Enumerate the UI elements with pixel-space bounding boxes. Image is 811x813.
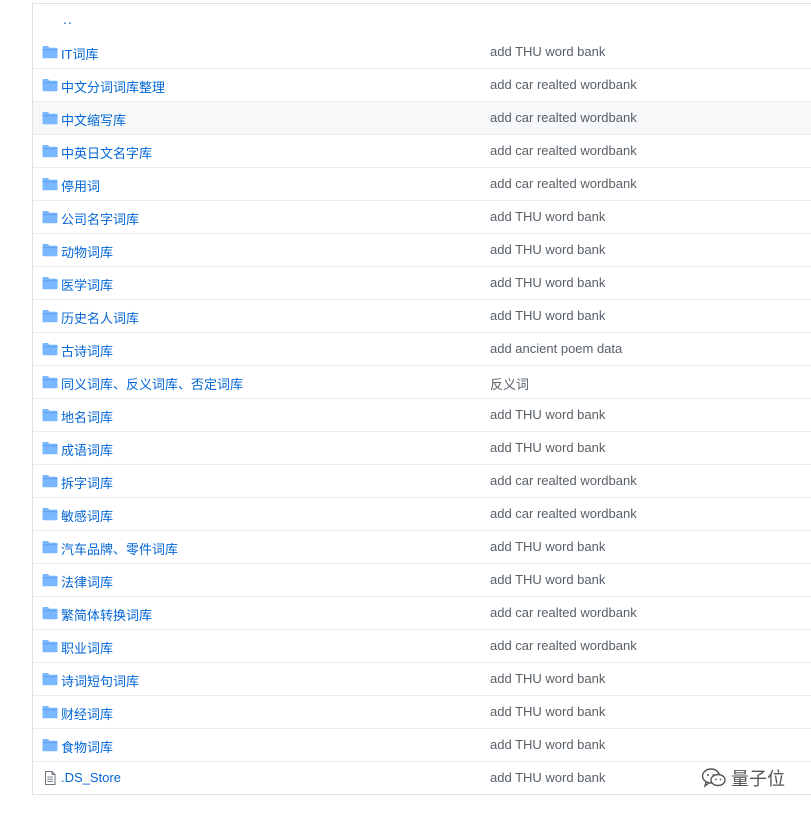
commit-message-link[interactable]: add car realted wordbank xyxy=(490,605,637,620)
folder-icon xyxy=(42,705,58,719)
folder-icon xyxy=(42,111,58,125)
folder-icon xyxy=(42,573,58,587)
folder-name-link[interactable]: 历史名人词库 xyxy=(61,308,139,327)
parent-directory-row[interactable]: .. xyxy=(33,4,811,36)
commit-message-link[interactable]: add THU word bank xyxy=(490,242,605,257)
folder-row[interactable]: 食物词库 add THU word bank xyxy=(33,728,811,761)
folder-row[interactable]: 中文分词词库整理 add car realted wordbank xyxy=(33,68,811,101)
folder-icon xyxy=(42,276,58,290)
file-row[interactable]: .DS_Store add THU word bank xyxy=(33,761,811,794)
folder-name-link[interactable]: 繁简体转换词库 xyxy=(61,605,152,624)
commit-message-link[interactable]: add car realted wordbank xyxy=(490,506,637,521)
commit-message-link[interactable]: add THU word bank xyxy=(490,440,605,455)
folder-name-link[interactable]: 职业词库 xyxy=(61,638,113,657)
commit-message-link[interactable]: add ancient poem data xyxy=(490,341,622,356)
folder-icon xyxy=(42,474,58,488)
folder-name-link[interactable]: 成语词库 xyxy=(61,440,113,459)
folder-row[interactable]: IT词库 add THU word bank xyxy=(33,36,811,68)
commit-message-link[interactable]: add THU word bank xyxy=(490,44,605,59)
folder-icon xyxy=(42,738,58,752)
folder-row[interactable]: 古诗词库 add ancient poem data xyxy=(33,332,811,365)
watermark: 量子位 xyxy=(701,765,785,791)
folder-row[interactable]: 地名词库 add THU word bank xyxy=(33,398,811,431)
folder-name-link[interactable]: 公司名字词库 xyxy=(61,209,139,228)
commit-message-link[interactable]: add THU word bank xyxy=(490,308,605,323)
folder-row[interactable]: 繁简体转换词库 add car realted wordbank xyxy=(33,596,811,629)
commit-message-link[interactable]: add car realted wordbank xyxy=(490,110,637,125)
commit-message-link[interactable]: add THU word bank xyxy=(490,275,605,290)
folder-name-link[interactable]: IT词库 xyxy=(61,44,99,63)
folder-icon xyxy=(42,309,58,323)
folder-name-link[interactable]: 古诗词库 xyxy=(61,341,113,360)
commit-message-link[interactable]: add car realted wordbank xyxy=(490,143,637,158)
folder-row[interactable]: 同义词库、反义词库、否定词库 反义词 xyxy=(33,365,811,398)
folder-name-link[interactable]: 敏感词库 xyxy=(61,506,113,525)
commit-message-link[interactable]: add THU word bank xyxy=(490,671,605,686)
folder-name-link[interactable]: 地名词库 xyxy=(61,407,113,426)
folder-row[interactable]: 医学词库 add THU word bank xyxy=(33,266,811,299)
folder-row[interactable]: 汽车品牌、零件词库 add THU word bank xyxy=(33,530,811,563)
folder-name-link[interactable]: 法律词库 xyxy=(61,572,113,591)
folder-icon xyxy=(42,177,58,191)
commit-message-link[interactable]: add THU word bank xyxy=(490,209,605,224)
folder-icon xyxy=(42,408,58,422)
folder-icon xyxy=(42,606,58,620)
folder-row[interactable]: 法律词库 add THU word bank xyxy=(33,563,811,596)
folder-row[interactable]: 财经词库 add THU word bank xyxy=(33,695,811,728)
folder-name-link[interactable]: 停用词 xyxy=(61,176,100,195)
folder-row[interactable]: 动物词库 add THU word bank xyxy=(33,233,811,266)
folder-name-link[interactable]: 动物词库 xyxy=(61,242,113,261)
file-icon xyxy=(42,771,58,785)
file-name-link[interactable]: .DS_Store xyxy=(61,770,121,785)
commit-message-link[interactable]: add car realted wordbank xyxy=(490,473,637,488)
folder-row[interactable]: 历史名人词库 add THU word bank xyxy=(33,299,811,332)
folder-name-link[interactable]: 医学词库 xyxy=(61,275,113,294)
file-list: .. IT词库 add THU word bank 中文分词词库整理 add car … xyxy=(32,3,811,795)
folder-name-link[interactable]: 拆字词库 xyxy=(61,473,113,492)
folder-name-link[interactable]: 中文缩写库 xyxy=(61,110,126,129)
folder-icon xyxy=(42,45,58,59)
parent-directory-link[interactable]: .. xyxy=(63,11,73,27)
folder-icon xyxy=(42,78,58,92)
commit-message-link[interactable]: add THU word bank xyxy=(490,770,605,785)
commit-message-link[interactable]: add THU word bank xyxy=(490,572,605,587)
folder-row[interactable]: 公司名字词库 add THU word bank xyxy=(33,200,811,233)
commit-message-link[interactable]: 反义词 xyxy=(490,374,529,393)
folder-row[interactable]: 诗词短句词库 add THU word bank xyxy=(33,662,811,695)
folder-name-link[interactable]: 财经词库 xyxy=(61,704,113,723)
folder-row[interactable]: 中英日文名字库 add car realted wordbank xyxy=(33,134,811,167)
folder-row[interactable]: 敏感词库 add car realted wordbank xyxy=(33,497,811,530)
wechat-logo-icon xyxy=(701,768,726,788)
commit-message-link[interactable]: add THU word bank xyxy=(490,737,605,752)
commit-message-link[interactable]: add THU word bank xyxy=(490,407,605,422)
folder-row[interactable]: 职业词库 add car realted wordbank xyxy=(33,629,811,662)
folder-icon xyxy=(42,540,58,554)
commit-message-link[interactable]: add car realted wordbank xyxy=(490,77,637,92)
folder-icon xyxy=(42,144,58,158)
folder-icon xyxy=(42,243,58,257)
commit-message-link[interactable]: add car realted wordbank xyxy=(490,176,637,191)
folder-icon xyxy=(42,375,58,389)
commit-message-link[interactable]: add THU word bank xyxy=(490,539,605,554)
commit-message-link[interactable]: add car realted wordbank xyxy=(490,638,637,653)
folder-name-link[interactable]: 中英日文名字库 xyxy=(61,143,152,162)
folder-name-link[interactable]: 汽车品牌、零件词库 xyxy=(61,539,178,558)
folder-row[interactable]: 拆字词库 add car realted wordbank xyxy=(33,464,811,497)
folder-name-link[interactable]: 同义词库、反义词库、否定词库 xyxy=(61,374,243,393)
folder-icon xyxy=(42,342,58,356)
commit-message-link[interactable]: add THU word bank xyxy=(490,704,605,719)
file-rows: IT词库 add THU word bank 中文分词词库整理 add car rea… xyxy=(33,36,811,794)
folder-icon xyxy=(42,507,58,521)
folder-row[interactable]: 停用词 add car realted wordbank xyxy=(33,167,811,200)
folder-icon xyxy=(42,210,58,224)
folder-icon xyxy=(42,639,58,653)
folder-name-link[interactable]: 诗词短句词库 xyxy=(61,671,139,690)
folder-name-link[interactable]: 中文分词词库整理 xyxy=(61,77,165,96)
folder-row[interactable]: 成语词库 add THU word bank xyxy=(33,431,811,464)
folder-icon xyxy=(42,672,58,686)
folder-icon xyxy=(42,441,58,455)
folder-row[interactable]: 中文缩写库 add car realted wordbank xyxy=(33,101,811,134)
watermark-text: 量子位 xyxy=(731,769,785,789)
folder-name-link[interactable]: 食物词库 xyxy=(61,737,113,756)
